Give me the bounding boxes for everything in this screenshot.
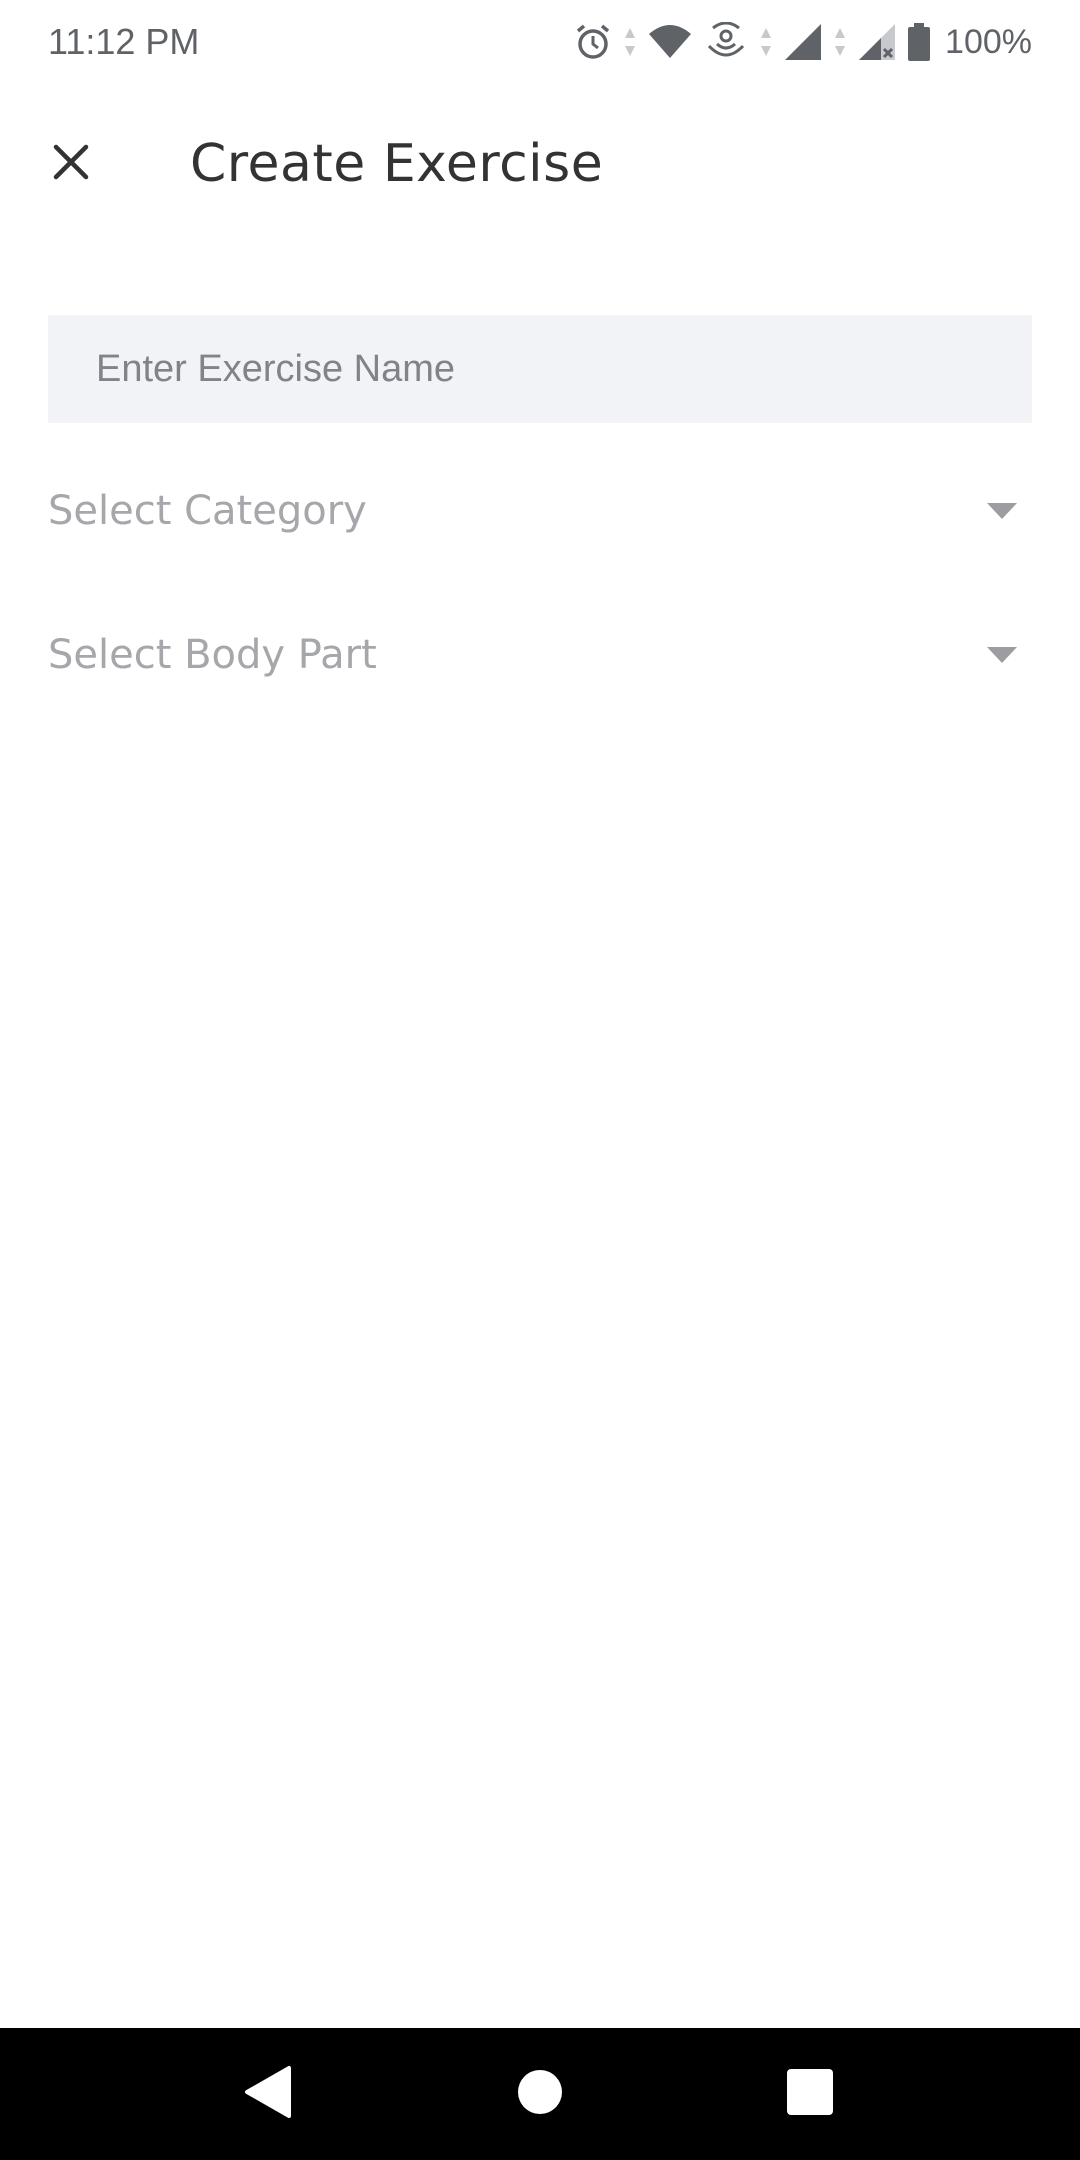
signal-icon — [783, 22, 823, 62]
alarm-icon — [573, 22, 613, 62]
home-button[interactable] — [500, 2054, 580, 2134]
data-arrows-icon-3 — [833, 24, 847, 60]
recents-icon — [786, 2068, 834, 2121]
back-button[interactable] — [228, 2054, 308, 2134]
category-dropdown-label: Select Category — [48, 488, 367, 534]
status-icons: 100% — [573, 18, 1032, 66]
app-bar: Create Exercise — [0, 84, 1080, 244]
close-icon — [51, 142, 91, 187]
category-dropdown[interactable]: Select Category — [48, 463, 1032, 559]
back-icon — [243, 2064, 293, 2125]
battery-percent: 100% — [945, 22, 1032, 61]
battery-icon — [907, 22, 931, 62]
navigation-bar — [0, 2028, 1080, 2160]
page-title: Create Exercise — [190, 134, 604, 194]
data-arrows-icon — [623, 24, 637, 60]
home-icon — [517, 2069, 563, 2120]
status-bar: 11:12 PM 100% — [0, 0, 1080, 84]
body-part-dropdown[interactable]: Select Body Part — [48, 607, 1032, 703]
status-time: 11:12 PM — [48, 21, 200, 62]
exercise-name-input[interactable] — [48, 315, 1032, 423]
hotspot-icon — [703, 22, 749, 62]
chevron-down-icon — [972, 491, 1032, 531]
body-part-dropdown-label: Select Body Part — [48, 632, 377, 678]
data-arrows-icon-2 — [759, 24, 773, 60]
signal-no-service-icon — [857, 22, 897, 62]
wifi-icon — [647, 22, 693, 62]
recents-button[interactable] — [770, 2054, 850, 2134]
chevron-down-icon — [972, 635, 1032, 675]
close-button[interactable] — [32, 125, 110, 203]
